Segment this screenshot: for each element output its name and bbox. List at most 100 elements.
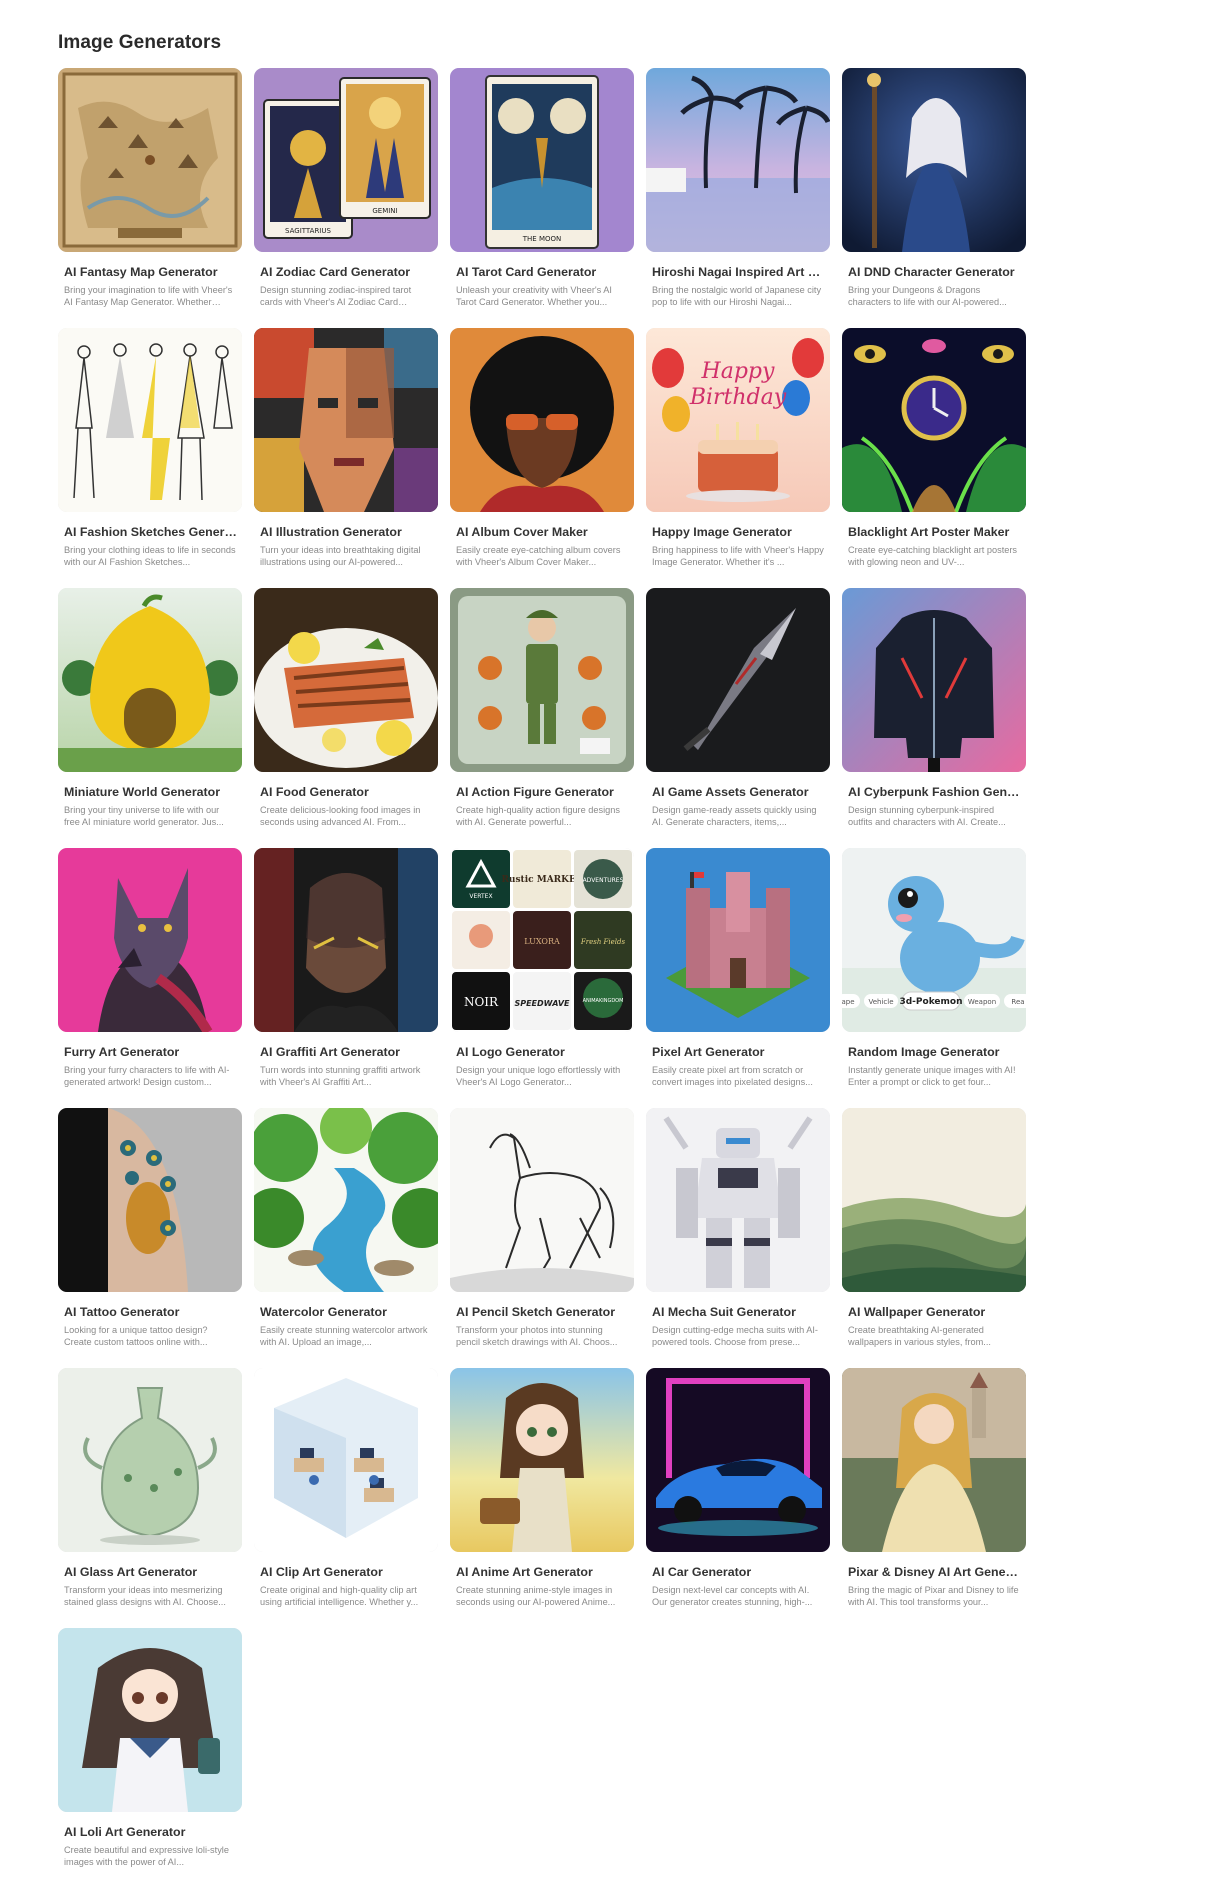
card-title[interactable]: AI Tarot Card Generator <box>456 265 630 279</box>
card-title[interactable]: AI Logo Generator <box>456 1045 630 1059</box>
card-title[interactable]: AI Graffiti Art Generator <box>260 1045 434 1059</box>
generator-card[interactable]: ape Vehicle 3d-Pokemon Weapon Rea Random… <box>842 848 1026 1108</box>
generator-card[interactable]: Blacklight Art Poster Maker Create eye-c… <box>842 328 1026 588</box>
card-title[interactable]: AI Tattoo Generator <box>64 1305 238 1319</box>
princess-thumbnail[interactable] <box>842 1368 1026 1552</box>
svg-text:Vehicle: Vehicle <box>868 998 893 1006</box>
generator-card[interactable]: AI Fantasy Map Generator Bring your imag… <box>58 68 242 328</box>
palm-beach-thumbnail[interactable] <box>646 68 830 252</box>
card-title[interactable]: Pixel Art Generator <box>652 1045 826 1059</box>
anime-girl-thumbnail[interactable] <box>450 1368 634 1552</box>
generator-card[interactable]: VERTEX Rustic MARKET ADVENTURES LUXORA F… <box>450 848 634 1108</box>
generator-card[interactable]: AI Clip Art Generator Create original an… <box>254 1368 438 1628</box>
dino-thumbnail[interactable]: ape Vehicle 3d-Pokemon Weapon Rea <box>842 848 1026 1032</box>
generator-card[interactable]: Hiroshi Nagai Inspired Art Generator Bri… <box>646 68 830 328</box>
card-title[interactable]: AI Loli Art Generator <box>64 1825 238 1839</box>
logo-grid-thumbnail[interactable]: VERTEX Rustic MARKET ADVENTURES LUXORA F… <box>450 848 634 1032</box>
tarot-card-thumbnail[interactable]: THE MOON <box>450 68 634 252</box>
generator-card[interactable]: AI Car Generator Design next-level car c… <box>646 1368 830 1628</box>
cubist-portrait-thumbnail[interactable] <box>254 328 438 512</box>
card-title[interactable]: AI Clip Art Generator <box>260 1565 434 1579</box>
glass-vase-thumbnail[interactable] <box>58 1368 242 1552</box>
card-title[interactable]: Miniature World Generator <box>64 785 238 799</box>
blacklight-clock-thumbnail[interactable] <box>842 328 1026 512</box>
card-title[interactable]: AI Pencil Sketch Generator <box>456 1305 630 1319</box>
card-title[interactable]: Random Image Generator <box>848 1045 1022 1059</box>
generator-card[interactable]: Happy Birthday Happy Image Generator Bri… <box>646 328 830 588</box>
schoolgirl-thumbnail[interactable] <box>58 1628 242 1812</box>
card-description: Bring happiness to life with Vheer's Hap… <box>652 545 824 567</box>
generator-card[interactable]: Pixar & Disney AI Art Generator Bring th… <box>842 1368 1026 1628</box>
card-title[interactable]: AI Fashion Sketches Generator <box>64 525 238 539</box>
generator-card[interactable]: AI Mecha Suit Generator Design cutting-e… <box>646 1108 830 1368</box>
action-figure-thumbnail[interactable] <box>450 588 634 772</box>
pixel-castle-thumbnail[interactable] <box>646 848 830 1032</box>
wolf-thumbnail[interactable] <box>58 848 242 1032</box>
zodiac-card-thumbnail[interactable]: SAGITTARIUS GEMINI <box>254 68 438 252</box>
generator-card[interactable]: Miniature World Generator Bring your tin… <box>58 588 242 848</box>
generator-card[interactable]: AI Anime Art Generator Create stunning a… <box>450 1368 634 1628</box>
generator-card[interactable]: Watercolor Generator Easily create stunn… <box>254 1108 438 1368</box>
generator-card[interactable]: AI Tattoo Generator Looking for a unique… <box>58 1108 242 1368</box>
card-title[interactable]: AI Car Generator <box>652 1565 826 1579</box>
fashion-sketch-thumbnail[interactable] <box>58 328 242 512</box>
svg-text:NOIR: NOIR <box>464 995 499 1009</box>
generator-card[interactable]: AI Wallpaper Generator Create breathtaki… <box>842 1108 1026 1368</box>
svg-text:ADVENTURES: ADVENTURES <box>583 877 624 884</box>
office-clipart-thumbnail[interactable] <box>254 1368 438 1552</box>
card-title[interactable]: AI Game Assets Generator <box>652 785 826 799</box>
generator-card[interactable]: AI Album Cover Maker Easily create eye-c… <box>450 328 634 588</box>
generator-card[interactable]: AI Pencil Sketch Generator Transform you… <box>450 1108 634 1368</box>
mecha-thumbnail[interactable] <box>646 1108 830 1292</box>
wizard-thumbnail[interactable] <box>842 68 1026 252</box>
card-title[interactable]: Furry Art Generator <box>64 1045 238 1059</box>
generator-card[interactable]: AI Loli Art Generator Create beautiful a… <box>58 1628 242 1888</box>
cyber-jacket-thumbnail[interactable] <box>842 588 1026 772</box>
river-watercolor-thumbnail[interactable] <box>254 1108 438 1292</box>
card-title[interactable]: AI DND Character Generator <box>848 265 1022 279</box>
card-title[interactable]: AI Food Generator <box>260 785 434 799</box>
generator-card[interactable]: Furry Art Generator Bring your furry cha… <box>58 848 242 1108</box>
generator-card[interactable]: AI DND Character Generator Bring your Du… <box>842 68 1026 328</box>
salmon-dish-thumbnail[interactable] <box>254 588 438 772</box>
card-description: Bring your Dungeons & Dragons characters… <box>848 285 1007 307</box>
sword-thumbnail[interactable] <box>646 588 830 772</box>
card-title[interactable]: AI Album Cover Maker <box>456 525 630 539</box>
card-title[interactable]: AI Wallpaper Generator <box>848 1305 1022 1319</box>
card-title[interactable]: AI Cyberpunk Fashion Generator <box>848 785 1022 799</box>
generator-card[interactable]: AI Graffiti Art Generator Turn words int… <box>254 848 438 1108</box>
generator-card[interactable]: AI Illustration Generator Turn your idea… <box>254 328 438 588</box>
card-title[interactable]: AI Glass Art Generator <box>64 1565 238 1579</box>
album-portrait-thumbnail[interactable] <box>450 328 634 512</box>
card-title[interactable]: AI Zodiac Card Generator <box>260 265 434 279</box>
generator-card[interactable]: SAGITTARIUS GEMINI AI Zodiac Card Genera… <box>254 68 438 328</box>
generator-card[interactable]: AI Fashion Sketches Generator Bring your… <box>58 328 242 588</box>
graffiti-portrait-thumbnail[interactable] <box>254 848 438 1032</box>
card-title[interactable]: AI Action Figure Generator <box>456 785 630 799</box>
generator-card[interactable]: AI Food Generator Create delicious-looki… <box>254 588 438 848</box>
hills-thumbnail[interactable] <box>842 1108 1026 1292</box>
svg-text:3d-Pokemon: 3d-Pokemon <box>899 997 962 1007</box>
generator-card[interactable]: THE MOON AI Tarot Card Generator Unleash… <box>450 68 634 328</box>
neon-car-thumbnail[interactable] <box>646 1368 830 1552</box>
card-title[interactable]: Watercolor Generator <box>260 1305 434 1319</box>
generator-card[interactable]: AI Action Figure Generator Create high-q… <box>450 588 634 848</box>
lemon-house-thumbnail[interactable] <box>58 588 242 772</box>
card-title[interactable]: Blacklight Art Poster Maker <box>848 525 1022 539</box>
generator-card[interactable]: AI Cyberpunk Fashion Generator Design st… <box>842 588 1026 848</box>
birthday-cake-thumbnail[interactable]: Happy Birthday <box>646 328 830 512</box>
card-title[interactable]: Happy Image Generator <box>652 525 826 539</box>
card-title[interactable]: AI Fantasy Map Generator <box>64 265 238 279</box>
generator-card[interactable]: AI Glass Art Generator Transform your id… <box>58 1368 242 1628</box>
card-title[interactable]: AI Illustration Generator <box>260 525 434 539</box>
card-title[interactable]: AI Anime Art Generator <box>456 1565 630 1579</box>
generator-card[interactable]: Pixel Art Generator Easily create pixel … <box>646 848 830 1108</box>
card-description: Easily create eye-catching album covers … <box>456 545 621 567</box>
generator-card[interactable]: AI Game Assets Generator Design game-rea… <box>646 588 830 848</box>
fantasy-map-thumbnail[interactable] <box>58 68 242 252</box>
horse-sketch-thumbnail[interactable] <box>450 1108 634 1292</box>
card-title[interactable]: AI Mecha Suit Generator <box>652 1305 826 1319</box>
peacock-tattoo-thumbnail[interactable] <box>58 1108 242 1292</box>
card-title[interactable]: Pixar & Disney AI Art Generator <box>848 1565 1022 1579</box>
card-title[interactable]: Hiroshi Nagai Inspired Art Generator <box>652 265 826 279</box>
